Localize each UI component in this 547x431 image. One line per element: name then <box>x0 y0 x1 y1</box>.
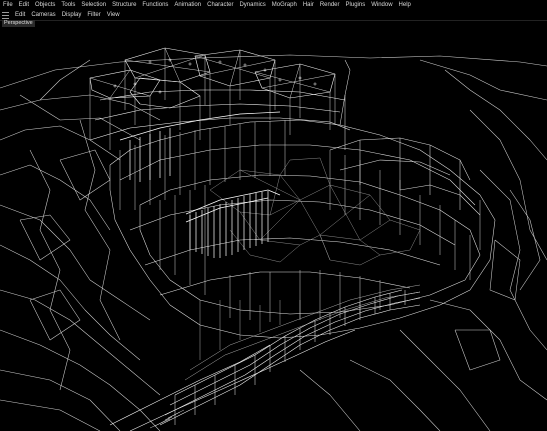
menu-file[interactable]: File <box>0 0 16 10</box>
menu-dynamics[interactable]: Dynamics <box>236 0 268 10</box>
menu-animation[interactable]: Animation <box>171 0 204 10</box>
hamburger-grip-icon[interactable] <box>2 11 9 19</box>
east-wing <box>329 59 481 216</box>
wireframe-model <box>0 47 547 431</box>
menu-functions[interactable]: Functions <box>139 0 171 10</box>
view-menu-edit[interactable]: Edit <box>12 10 28 20</box>
viewport-menubar: Edit Cameras Display Filter View <box>0 10 547 21</box>
menu-hair[interactable]: Hair <box>300 0 317 10</box>
ramp-structure <box>109 284 421 431</box>
menu-help[interactable]: Help <box>396 0 414 10</box>
menu-plugins[interactable]: Plugins <box>343 0 369 10</box>
menu-edit[interactable]: Edit <box>16 0 32 10</box>
menu-window[interactable]: Window <box>368 0 395 10</box>
menu-selection[interactable]: Selection <box>78 0 109 10</box>
view-menu-display[interactable]: Display <box>59 10 85 20</box>
terrace-structure <box>109 119 496 339</box>
view-menu-filter[interactable]: Filter <box>84 10 103 20</box>
perspective-viewport[interactable] <box>0 21 547 431</box>
menu-mograph[interactable]: MoGraph <box>269 0 300 10</box>
main-menubar: File Edit Objects Tools Selection Struct… <box>0 0 547 10</box>
menu-objects[interactable]: Objects <box>32 0 58 10</box>
menu-tools[interactable]: Tools <box>58 0 78 10</box>
view-menu-view[interactable]: View <box>104 10 123 20</box>
menu-render[interactable]: Render <box>317 0 343 10</box>
menu-character[interactable]: Character <box>204 0 236 10</box>
menu-structure[interactable]: Structure <box>109 0 139 10</box>
terrain-wireframe <box>0 54 547 431</box>
roof-pavilions <box>89 47 351 150</box>
view-menu-cameras[interactable]: Cameras <box>28 10 58 20</box>
viewport-label: Perspective <box>2 20 35 27</box>
